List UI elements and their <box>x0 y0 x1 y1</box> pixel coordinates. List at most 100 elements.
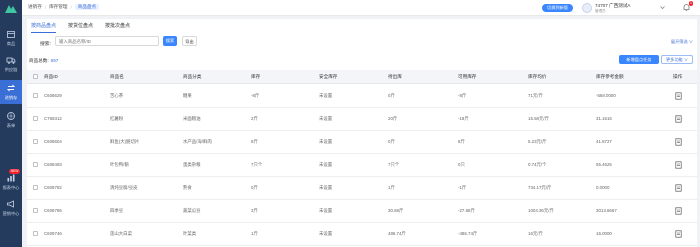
cell-stock: 0斤 <box>251 185 258 190</box>
cell-stock: 2斤 <box>251 116 258 121</box>
sidebar-item-label: 商品 <box>6 41 16 46</box>
search-button[interactable]: 搜索 <box>163 36 177 46</box>
tab-by-batch[interactable]: 按批次盘点 <box>105 22 130 33</box>
edit-record-icon[interactable] <box>675 115 682 123</box>
cell-goods-name: 莲山大白菜 <box>110 231 132 236</box>
add-stocktake-button[interactable]: 新增盘点任务 <box>619 55 659 64</box>
tab-by-goods[interactable]: 按商品盘点 <box>31 22 57 33</box>
cell-ref-amount: 0.0000 <box>596 185 610 190</box>
cell-goods-name: 红薯粉 <box>110 116 124 121</box>
cell-available: -486.74斤 <box>458 231 478 236</box>
cell-stock: -8斤 <box>251 93 260 98</box>
column-header[interactable]: 商品名 <box>110 74 124 80</box>
edit-record-icon[interactable] <box>675 92 682 100</box>
edit-record-icon[interactable] <box>675 184 682 192</box>
breadcrumb: 进销存 / 库存管理 / 商品盘点 <box>28 4 100 10</box>
logo-icon <box>5 5 17 13</box>
row-checkbox[interactable] <box>33 162 38 167</box>
sidebar-item-inventory[interactable]: 进销存 <box>0 80 22 104</box>
cell-goods-name: 清炖豆腐/豆皮 <box>110 185 138 190</box>
edit-record-icon[interactable] <box>675 138 682 146</box>
tab-by-location[interactable]: 按货位盘点 <box>68 22 93 33</box>
sidebar-item-reports[interactable]: NEW 报表中心 <box>0 169 22 194</box>
cell-stock: 8斤 <box>251 139 258 144</box>
sidebar-item-supply[interactable]: 供应链 <box>0 52 22 76</box>
row-checkbox[interactable] <box>33 231 38 236</box>
cell-safety-stock: 未设置 <box>319 185 333 190</box>
sidebar-item-label: 表单 <box>6 123 16 128</box>
search-input[interactable] <box>55 36 159 46</box>
cell-stock: 1斤 <box>251 231 258 236</box>
cell-goods-id: C609746 <box>44 231 62 236</box>
chevron-down-icon[interactable] <box>658 3 667 12</box>
cell-goods-name: 鲜鱼(大)鲢切片 <box>110 139 140 144</box>
breadcrumb-separator: / <box>44 4 47 10</box>
export-button[interactable]: 导出 <box>182 36 197 46</box>
table-row: C608604 鲜鱼(大)鲢切片 水产品/海/鲜肉 8斤 未设置 0斤 8斤 5.23元/斤 4… <box>27 131 697 154</box>
column-header[interactable]: 可用库存 <box>458 74 476 80</box>
cell-available: -8斤 <box>458 93 467 98</box>
row-checkbox[interactable] <box>33 139 38 144</box>
cell-goods-id: C608604 <box>44 139 62 144</box>
search-label: 搜索: <box>40 42 51 47</box>
cell-avg-price: 71元/斤 <box>528 93 543 98</box>
row-checkbox[interactable] <box>33 208 38 213</box>
sidebar: 商品 供应链 进销存 表单 NEW 报表中心 营销中心 <box>0 0 22 247</box>
cell-ref-amount: 55.4625 <box>596 162 612 167</box>
row-checkbox[interactable] <box>33 93 38 98</box>
cell-available: -27.68斤 <box>458 208 475 213</box>
table-row: C608493 叶包鸭/鹅 蛋类杂粮 7只个 未设置 7只个 0只 0.74元/个 55.462… <box>27 154 697 177</box>
column-header[interactable]: 库存 <box>251 74 260 80</box>
cell-ref-amount: 41.8727 <box>596 139 612 144</box>
edit-record-icon[interactable] <box>675 161 682 169</box>
column-header[interactable]: 库存参考金额 <box>596 74 624 80</box>
cell-goods-name: 叶包鸭/鹅 <box>110 162 129 167</box>
cell-safety-stock: 未设置 <box>319 93 333 98</box>
breadcrumb-item[interactable]: 库存管理 <box>49 4 67 10</box>
top-bar: 进销存 / 库存管理 / 商品盘点 切换到新版 74707 广西测试A 管理员 … <box>22 0 700 16</box>
table-row: C769312 红薯粉 米面粮油 2斤 未设置 20斤 -18斤 15.58元/斤 31.161… <box>27 108 697 131</box>
store-avatar[interactable] <box>582 3 592 13</box>
edit-record-icon[interactable] <box>675 230 682 238</box>
sidebar-item-label: 营销中心 <box>2 211 20 216</box>
switch-version-button[interactable]: 切换到新版 <box>542 4 573 12</box>
row-checkbox[interactable] <box>33 116 38 121</box>
goods-count-label: 商品总数: <box>29 58 49 63</box>
truck-icon <box>6 57 16 64</box>
expand-filter-link[interactable]: 展开筛选 ∨ <box>671 39 693 45</box>
cell-avg-price: 1004.36元/斤 <box>528 208 554 213</box>
cell-pending-out: 20斤 <box>388 116 398 121</box>
cell-pending-out: 486.74斤 <box>388 231 406 236</box>
breadcrumb-item[interactable]: 进销存 <box>28 4 42 10</box>
cell-available: 8斤 <box>458 139 465 144</box>
sidebar-item-marketing[interactable]: 营销中心 <box>0 196 22 220</box>
cell-pending-out: 7只个 <box>388 162 400 167</box>
column-header[interactable]: 待出库 <box>388 74 402 80</box>
column-header[interactable]: 安全库存 <box>319 74 337 80</box>
cell-goods-name: 苦心茶 <box>110 93 124 98</box>
box-icon <box>7 31 15 38</box>
select-all-checkbox[interactable] <box>33 74 38 79</box>
cell-avg-price: 734.17元/斤 <box>528 185 552 190</box>
more-actions-button[interactable]: 更多功能 ∨ <box>661 55 693 64</box>
column-header[interactable]: 商品ID <box>44 74 58 80</box>
cell-goods-id: C609782 <box>44 185 62 190</box>
sidebar-item-label: 报表中心 <box>2 185 20 190</box>
cell-safety-stock: 未设置 <box>319 162 333 167</box>
edit-record-icon[interactable] <box>675 207 682 215</box>
cell-category: 糖果 <box>183 93 192 98</box>
column-header[interactable]: 商品分类 <box>183 74 201 80</box>
sidebar-item-goods[interactable]: 商品 <box>0 26 22 50</box>
cell-avg-price: 5.23元/斤 <box>528 139 547 144</box>
cell-stock: 3斤 <box>251 208 258 213</box>
new-badge: NEW <box>9 169 20 174</box>
cell-pending-out: 0斤 <box>388 139 395 144</box>
sidebar-item-label: 进销存 <box>4 95 18 100</box>
sidebar-item-label: 供应链 <box>4 67 18 72</box>
swap-icon <box>6 84 16 92</box>
megaphone-icon <box>7 200 14 208</box>
row-checkbox[interactable] <box>33 185 38 190</box>
cell-avg-price: 15.58元/斤 <box>528 116 549 121</box>
column-header[interactable]: 库存均价 <box>528 74 546 80</box>
sidebar-item-forms[interactable]: 表单 <box>0 108 22 132</box>
